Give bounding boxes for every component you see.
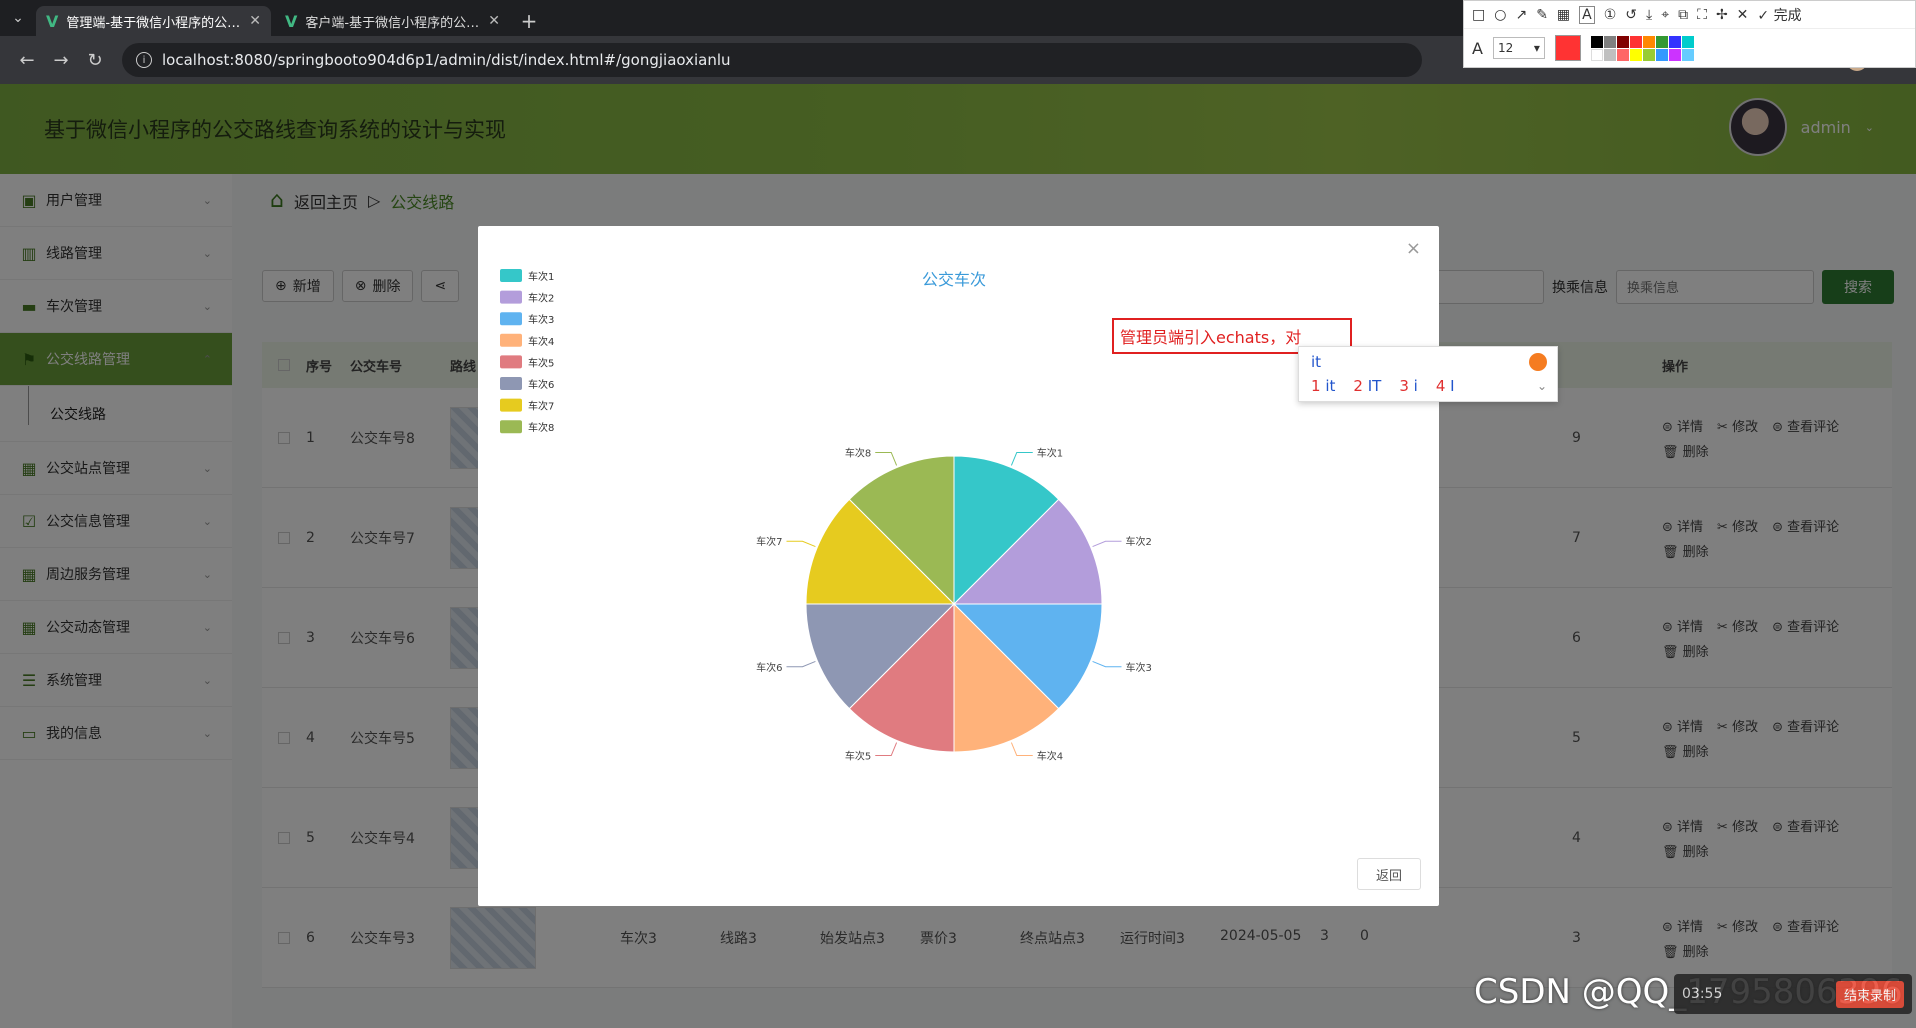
annotation-text: 管理员端引入echats，对	[1120, 328, 1302, 347]
translate-icon[interactable]: ⧉	[1678, 7, 1688, 23]
slice-label: 车次5	[845, 750, 871, 763]
font-size-value: 12	[1497, 41, 1514, 55]
ime-typed: it	[1311, 353, 1322, 371]
ime-candidate[interactable]: 1 it	[1311, 377, 1335, 395]
legend-swatch	[500, 290, 522, 304]
legend-swatch	[500, 420, 522, 434]
close-tab-icon[interactable]: ✕	[488, 13, 500, 29]
cancel-icon[interactable]: ✕	[1737, 7, 1749, 23]
new-tab-icon[interactable]: +	[514, 6, 544, 36]
annotation-toolbar: □ ○ ↗ ✎ ▦ A ① ↺ ⤓ ⌖ ⧉ ⛶ ✢ ✕ ✓ 完成 A 12 ▾	[1463, 0, 1916, 68]
forward-arrow-icon[interactable]: →	[44, 50, 78, 71]
slice-label: 车次8	[845, 446, 871, 459]
back-arrow-icon[interactable]: ←	[10, 50, 44, 71]
back-button[interactable]: 返回	[1357, 858, 1421, 890]
label-leader-line	[875, 742, 898, 757]
label-leader-line	[786, 540, 816, 548]
slice-label: 车次3	[1126, 661, 1152, 674]
chevron-down-icon: ▾	[1533, 41, 1540, 55]
ime-candidate[interactable]: 2 IT	[1353, 377, 1381, 395]
close-tab-icon[interactable]: ✕	[249, 13, 261, 29]
chart-title: 公交车次	[922, 270, 986, 289]
url-text: localhost:8080/springbooto904d6p1/admin/…	[162, 51, 731, 69]
ime-candidate-popup: it 1 it 2 IT 3 i 4 I ⌄	[1298, 346, 1558, 402]
tab-title: 管理端-基于微信小程序的公交路线	[66, 15, 241, 31]
slice-label: 车次1	[1037, 446, 1063, 459]
legend-swatch	[500, 398, 522, 412]
done-button[interactable]: ✓ 完成	[1757, 5, 1801, 25]
legend-swatch	[500, 269, 522, 282]
label-leader-line	[1092, 540, 1122, 548]
legend-label: 车次3	[528, 313, 554, 326]
tab-search-icon[interactable]: ⌄	[0, 0, 36, 36]
pen-tool-icon[interactable]: ✎	[1536, 7, 1548, 23]
fullscreen-icon[interactable]: ⛶	[1697, 7, 1707, 23]
site-info-icon[interactable]: i	[136, 52, 152, 68]
ellipse-tool-icon[interactable]: ○	[1494, 7, 1506, 23]
browser-tab-client[interactable]: V 客户端-基于微信小程序的公交路线 ✕	[275, 6, 510, 36]
legend-swatch	[500, 312, 522, 326]
legend-label: 车次7	[528, 400, 554, 413]
slice-label: 车次6	[756, 661, 782, 674]
stop-recording-button[interactable]: 结束录制	[1835, 980, 1904, 1008]
thumbtack-icon[interactable]: ✢	[1716, 7, 1728, 23]
screen-recorder-widget: 03:55 结束录制	[1674, 974, 1912, 1014]
legend-swatch	[500, 355, 522, 369]
done-label: 完成	[1773, 7, 1802, 24]
label-leader-line	[1092, 660, 1122, 668]
slice-label: 车次4	[1037, 750, 1063, 763]
label-leader-line	[1010, 742, 1033, 757]
current-color-swatch[interactable]	[1554, 35, 1581, 61]
font-size-select[interactable]: 12 ▾	[1492, 37, 1545, 59]
chevron-down-icon[interactable]: ⌄	[1537, 379, 1547, 393]
vue-favicon-icon: V	[46, 11, 59, 31]
legend-label: 车次2	[528, 292, 554, 305]
arrow-tool-icon[interactable]: ↗	[1515, 7, 1527, 23]
ime-candidate[interactable]: 3 i	[1399, 377, 1418, 395]
download-icon[interactable]: ⤓	[1646, 7, 1652, 23]
legend-label: 车次5	[528, 356, 554, 369]
legend-label: 车次1	[528, 270, 554, 283]
browser-tab-admin[interactable]: V 管理端-基于微信小程序的公交路线 ✕	[36, 6, 271, 36]
pin-icon[interactable]: ⌖	[1661, 7, 1669, 23]
label-leader-line	[1010, 451, 1033, 466]
mosaic-tool-icon[interactable]: ▦	[1557, 7, 1570, 23]
rectangle-tool-icon[interactable]: □	[1472, 7, 1485, 23]
color-palette[interactable]	[1590, 35, 1694, 61]
label-leader-line	[786, 660, 816, 668]
number-tool-icon[interactable]: ①	[1604, 7, 1617, 23]
recording-time: 03:55	[1682, 986, 1723, 1002]
undo-icon[interactable]: ↺	[1625, 7, 1637, 23]
legend-label: 车次6	[528, 378, 554, 391]
slice-label: 车次7	[756, 535, 782, 548]
url-field[interactable]: i localhost:8080/springbooto904d6p1/admi…	[122, 43, 1422, 77]
label-leader-line	[875, 451, 898, 466]
reload-icon[interactable]: ↻	[78, 50, 112, 71]
slice-label: 车次2	[1126, 535, 1152, 548]
tab-title: 客户端-基于微信小程序的公交路线	[305, 15, 480, 31]
ime-candidate[interactable]: 4 I	[1436, 377, 1455, 395]
ime-candidates: 1 it 2 IT 3 i 4 I	[1311, 377, 1455, 395]
text-size-icon: A	[1472, 38, 1483, 58]
legend-label: 车次8	[528, 421, 554, 434]
legend-swatch	[500, 377, 522, 390]
text-tool-icon[interactable]: A	[1579, 5, 1595, 24]
ime-logo-icon	[1529, 353, 1547, 371]
vue-favicon-icon: V	[285, 11, 298, 31]
legend-label: 车次4	[528, 335, 554, 348]
legend-swatch	[500, 333, 522, 347]
